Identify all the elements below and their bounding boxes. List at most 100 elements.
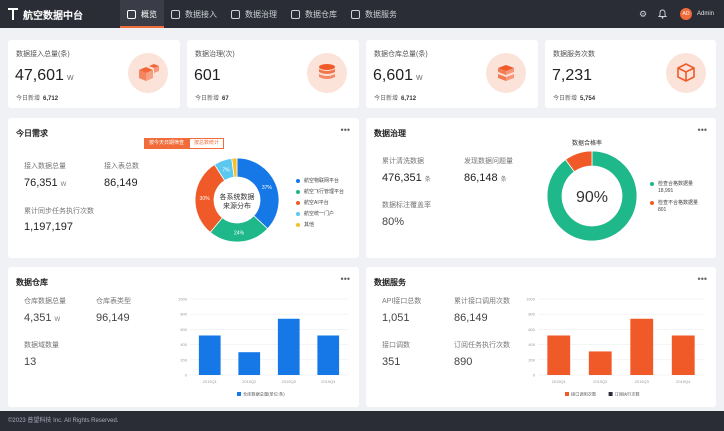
service-panel: 数据服务 ••• API接口总数 1,051 累计接口调用次数 86,149 接… xyxy=(366,267,716,407)
legend-item: 航空物联网平台 xyxy=(296,177,344,184)
stat-sub: 今日新增 6,712 xyxy=(16,96,59,102)
donut-center-text: 来源分布 xyxy=(223,201,251,210)
stat-sub: 今日新增 67 xyxy=(195,96,229,102)
metric-value: 86,148 条 xyxy=(464,172,507,184)
settings-icon[interactable]: ⚙ xyxy=(638,9,648,19)
slice-label: 7% xyxy=(222,167,230,173)
nav-label: 数据接入 xyxy=(185,9,217,19)
bar xyxy=(547,335,571,375)
more-options-icon[interactable]: ••• xyxy=(341,125,350,135)
legend-item: 航空AI平台 xyxy=(296,199,344,206)
stat-card-warehouse: 数据仓库总量(条) 6,601 W 今日新增 6,712 xyxy=(366,40,538,108)
legend-item: 航空统一门户 xyxy=(296,210,344,217)
bar xyxy=(317,335,340,375)
panel-title: 数据仓库 xyxy=(16,278,48,287)
database-stack-icon xyxy=(307,53,347,93)
nav-label: 数据服务 xyxy=(365,9,397,19)
more-options-icon[interactable]: ••• xyxy=(341,274,350,284)
nav-item-overview[interactable]: 概览 xyxy=(120,0,164,28)
donut-center-text: 各系统数据 xyxy=(220,192,255,201)
stat-sub: 今日新增 5,754 xyxy=(553,96,596,102)
nav-item-data-service[interactable]: 数据服务 xyxy=(344,0,404,28)
donut-legend: 航空物联网平台 航空飞行管理平台 航空AI平台 航空统一门户 其他 xyxy=(296,177,344,232)
y-tick-label: 0 xyxy=(185,373,188,378)
metric-value: 96,149 xyxy=(96,312,130,324)
bar xyxy=(588,351,612,375)
nav-label: 概览 xyxy=(141,9,157,19)
metric-label: 接入表总数 xyxy=(104,163,139,170)
more-options-icon[interactable]: ••• xyxy=(698,125,707,135)
x-tick-label: 2019Q2 xyxy=(242,379,257,384)
x-tick-label: 2019Q1 xyxy=(552,379,567,384)
metric-label: 发现数据问题量 xyxy=(464,158,513,165)
stat-label: 数据服务次数 xyxy=(553,51,595,58)
chart-title: 数据合格率 xyxy=(572,141,603,147)
tab-total[interactable]: 按总数统计 xyxy=(189,138,225,149)
stacked-boxes-icon xyxy=(486,53,526,93)
more-options-icon[interactable]: ••• xyxy=(698,274,707,284)
panel-title: 数据服务 xyxy=(374,278,406,287)
bell-icon[interactable] xyxy=(658,9,668,19)
donut-center-value: 90% xyxy=(576,189,608,206)
metric-label: 累计清洗数据 xyxy=(382,158,424,165)
nav-item-data-governance[interactable]: 数据治理 xyxy=(224,0,284,28)
slice-label: 37% xyxy=(262,185,273,191)
warehouse-bar-chart: 0 200 400 600 800 1000 2019Q1 2019Q2 2019Q3 2019Q… xyxy=(178,297,348,398)
y-tick-label: 600 xyxy=(528,327,535,332)
legend-swatch xyxy=(565,392,569,396)
metric-value: 351 xyxy=(382,356,401,368)
y-tick-label: 200 xyxy=(180,357,187,362)
bar xyxy=(671,335,695,375)
metric-label: 累计接口调用次数 xyxy=(454,298,510,305)
x-tick-label: 2019Q1 xyxy=(203,379,218,384)
metric-value: 76,351 W xyxy=(24,177,67,189)
stat-value: 7,231 xyxy=(552,67,593,84)
legend-label: 订阅执行次数 xyxy=(615,391,641,398)
legend-value: 18,991 xyxy=(658,188,674,194)
metric-label: 累计同步任务执行次数 xyxy=(24,208,94,215)
y-tick-label: 800 xyxy=(180,312,187,317)
user-name[interactable]: Admin xyxy=(697,11,714,17)
metric-label: 仓库表类型 xyxy=(96,298,131,305)
stat-sub: 今日新增 6,712 xyxy=(374,96,417,102)
x-tick-label: 2019Q4 xyxy=(676,379,691,384)
y-tick-label: 0 xyxy=(533,373,536,378)
stat-card-service: 数据服务次数 7,231 今日新增 5,754 xyxy=(545,40,716,108)
qualification-rate-donut: 90% xyxy=(546,150,638,242)
metric-label: API接口总数 xyxy=(382,298,422,305)
y-tick-label: 1000 xyxy=(178,297,188,302)
bar xyxy=(238,352,261,375)
stat-card-ingest: 数据接入总量(条) 47,601 W 今日新增 6,712 xyxy=(8,40,180,108)
y-tick-label: 200 xyxy=(528,357,535,362)
logo-icon xyxy=(8,8,18,20)
tab-today[interactable]: 按今天日期筛查 xyxy=(144,138,190,149)
legend-item: 检查不合格数据量 xyxy=(650,199,698,206)
stat-label: 数据仓库总量(条) xyxy=(374,51,428,58)
bar xyxy=(630,318,654,375)
metric-value: 4,351 W xyxy=(24,312,61,324)
metric-label: 仓库数据总量 xyxy=(24,298,66,305)
metric-label: 数据域数量 xyxy=(24,342,59,349)
metric-label: 数据标注覆盖率 xyxy=(382,202,431,209)
panel-title: 数据治理 xyxy=(374,129,406,138)
avatar[interactable]: AD xyxy=(679,8,692,20)
metric-value: 1,197,197 xyxy=(24,221,73,233)
x-tick-label: 2019Q3 xyxy=(282,379,297,384)
nav-item-data-ingest[interactable]: 数据接入 xyxy=(164,0,224,28)
y-tick-label: 800 xyxy=(528,312,535,317)
home-icon xyxy=(127,9,136,19)
slice-label: 30% xyxy=(200,196,211,202)
stat-value: 601 xyxy=(194,67,221,84)
y-tick-label: 400 xyxy=(180,342,187,347)
nav-item-data-warehouse[interactable]: 数据仓库 xyxy=(284,0,344,28)
app-logo[interactable]: 航空数据中台 xyxy=(8,7,113,22)
warehouse-icon xyxy=(291,9,300,19)
governance-panel: 数据治理 ••• 累计清洗数据 476,351 条 发现数据问题量 86,148 条… xyxy=(366,118,716,258)
metric-value: 80% xyxy=(382,216,405,228)
database-icon xyxy=(231,9,240,19)
legend-label: 接口调用次数 xyxy=(571,391,597,398)
legend-value: 801 xyxy=(658,207,667,213)
legend-label: 仓库数据总量(单位:条) xyxy=(243,391,285,398)
panel-title: 今日需求 xyxy=(16,129,48,138)
legend-swatch xyxy=(608,392,613,396)
